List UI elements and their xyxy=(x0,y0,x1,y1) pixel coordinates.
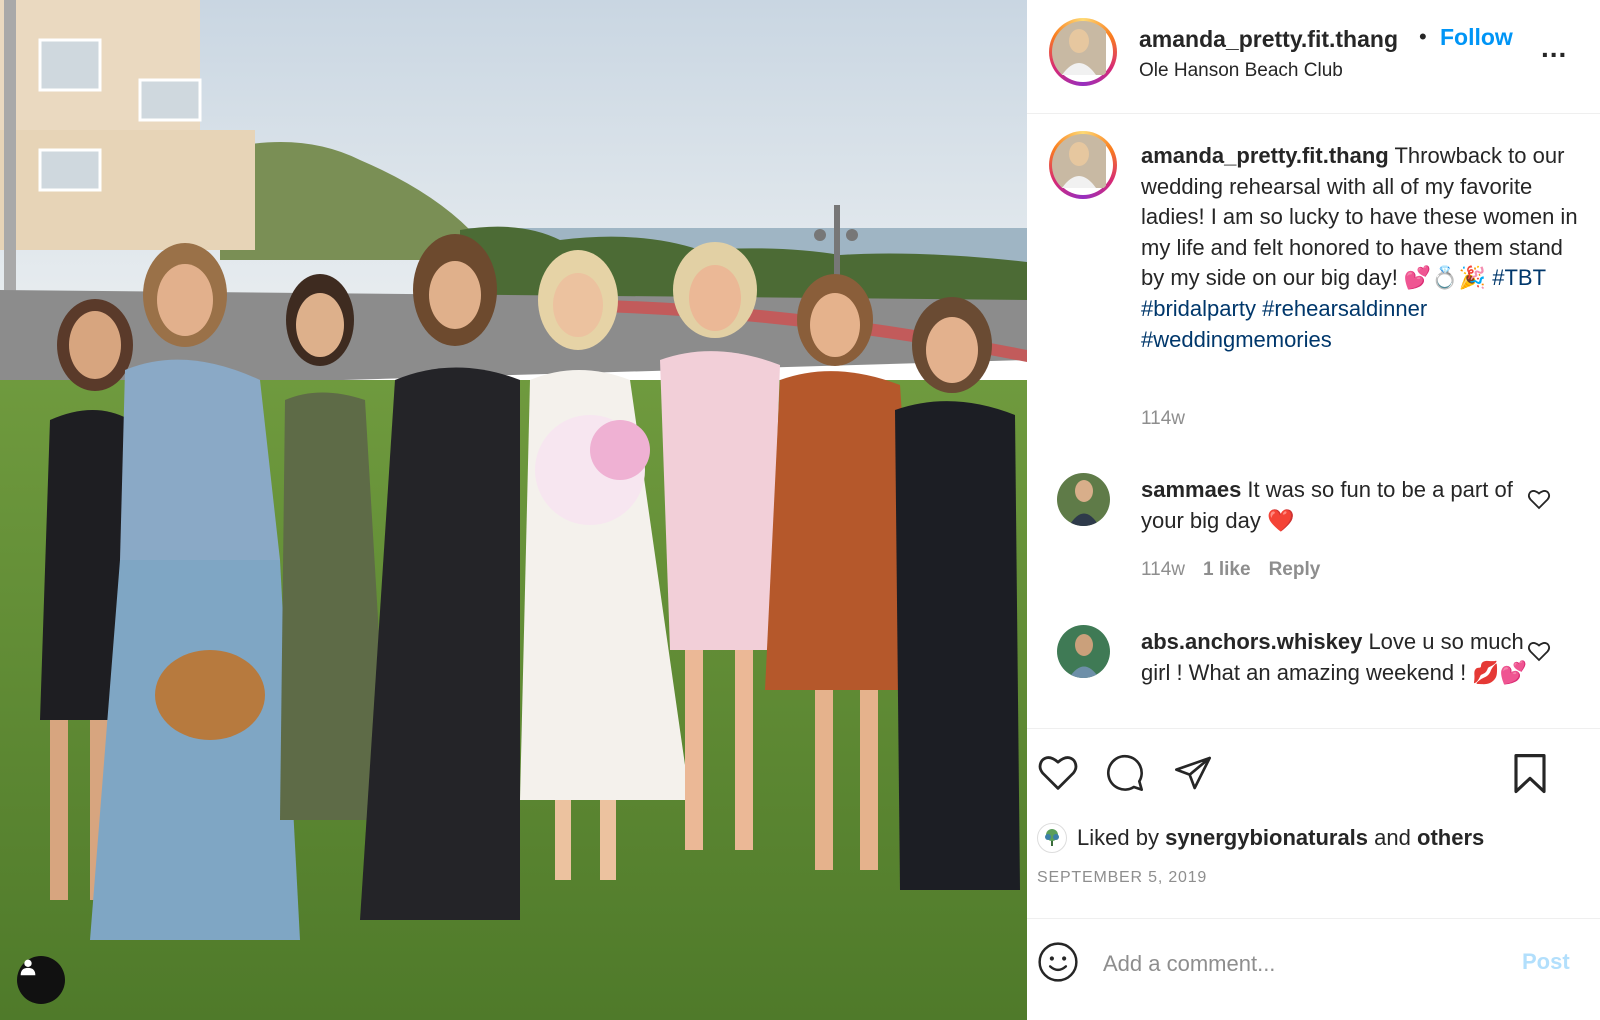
author-photo xyxy=(1052,134,1106,188)
liked-by-others[interactable]: others xyxy=(1417,825,1484,851)
comment-username[interactable]: sammaes xyxy=(1141,477,1241,502)
comment-text: abs.anchors.whiskey Love u so much girl … xyxy=(1141,627,1541,688)
commenter-avatar[interactable] xyxy=(1057,625,1110,678)
bookmark-icon[interactable] xyxy=(1511,753,1549,795)
post-date[interactable]: SEPTEMBER 5, 2019 xyxy=(1037,869,1207,887)
post-side-panel: amanda_pretty.fit.thang • Follow Ole Han… xyxy=(1027,0,1600,1020)
caption-username[interactable]: amanda_pretty.fit.thang xyxy=(1141,143,1389,168)
liked-by-prefix: Liked by xyxy=(1077,825,1159,850)
author-username[interactable]: amanda_pretty.fit.thang xyxy=(1139,26,1409,53)
smiley-icon[interactable] xyxy=(1037,941,1079,983)
hashtag-link[interactable]: #TBT xyxy=(1492,265,1545,290)
liker-avatar[interactable] xyxy=(1037,823,1067,853)
caption-text: amanda_pretty.fit.thang Throwback to our… xyxy=(1141,141,1581,355)
hashtag-link[interactable]: #weddingmemories xyxy=(1141,327,1332,352)
comment-heart-icon[interactable] xyxy=(1527,488,1551,510)
follow-button[interactable]: Follow xyxy=(1440,24,1513,51)
post-photo[interactable] xyxy=(0,0,1027,1020)
caption-timestamp[interactable]: 114w xyxy=(1141,408,1185,430)
commenter-photo xyxy=(1057,625,1110,678)
commenter-photo xyxy=(1057,473,1110,526)
comments-list[interactable]: amanda_pretty.fit.thang Throwback to our… xyxy=(1027,115,1600,740)
reply-button[interactable]: Reply xyxy=(1269,559,1321,580)
post-header: amanda_pretty.fit.thang • Follow Ole Han… xyxy=(1027,0,1600,114)
user-tag-icon xyxy=(20,959,36,976)
hashtag-link[interactable]: #rehearsaldinner xyxy=(1262,296,1427,321)
comment-heart-icon[interactable] xyxy=(1527,640,1551,662)
tree-logo-icon xyxy=(1045,829,1059,846)
add-comment-bar: Post xyxy=(1027,918,1600,1020)
more-options-icon[interactable]: ... xyxy=(1541,34,1567,62)
separator-dot: • xyxy=(1419,24,1427,49)
liked-by-user[interactable]: synergybionaturals xyxy=(1165,825,1368,851)
caption-author-avatar[interactable] xyxy=(1049,131,1117,199)
comment-timestamp[interactable]: 114w xyxy=(1141,559,1185,580)
liked-by: Liked by synergybionaturals and others xyxy=(1037,823,1484,853)
action-bar: Liked by synergybionaturals and others S… xyxy=(1027,728,1600,918)
tagged-users-button[interactable] xyxy=(17,956,65,1004)
comment-likes[interactable]: 1 like xyxy=(1203,559,1251,580)
post-comment-button[interactable]: Post xyxy=(1522,949,1570,975)
commenter-avatar[interactable] xyxy=(1057,473,1110,526)
comment-meta: 114w 1 like Reply xyxy=(1141,559,1338,581)
post-location[interactable]: Ole Hanson Beach Club xyxy=(1139,60,1343,82)
paper-plane-icon[interactable] xyxy=(1172,753,1214,793)
hashtag-link[interactable]: #bridalparty xyxy=(1141,296,1256,321)
author-photo xyxy=(1052,21,1106,75)
group-photo-illustration xyxy=(0,0,1027,1020)
comment-username[interactable]: abs.anchors.whiskey xyxy=(1141,629,1362,654)
comment-text: sammaes It was so fun to be a part of yo… xyxy=(1141,475,1541,536)
comment-bubble-icon[interactable] xyxy=(1104,753,1146,793)
heart-icon[interactable] xyxy=(1037,753,1079,791)
liked-by-and: and xyxy=(1374,825,1411,850)
author-avatar[interactable] xyxy=(1049,18,1117,86)
comment-input[interactable] xyxy=(1103,949,1493,979)
